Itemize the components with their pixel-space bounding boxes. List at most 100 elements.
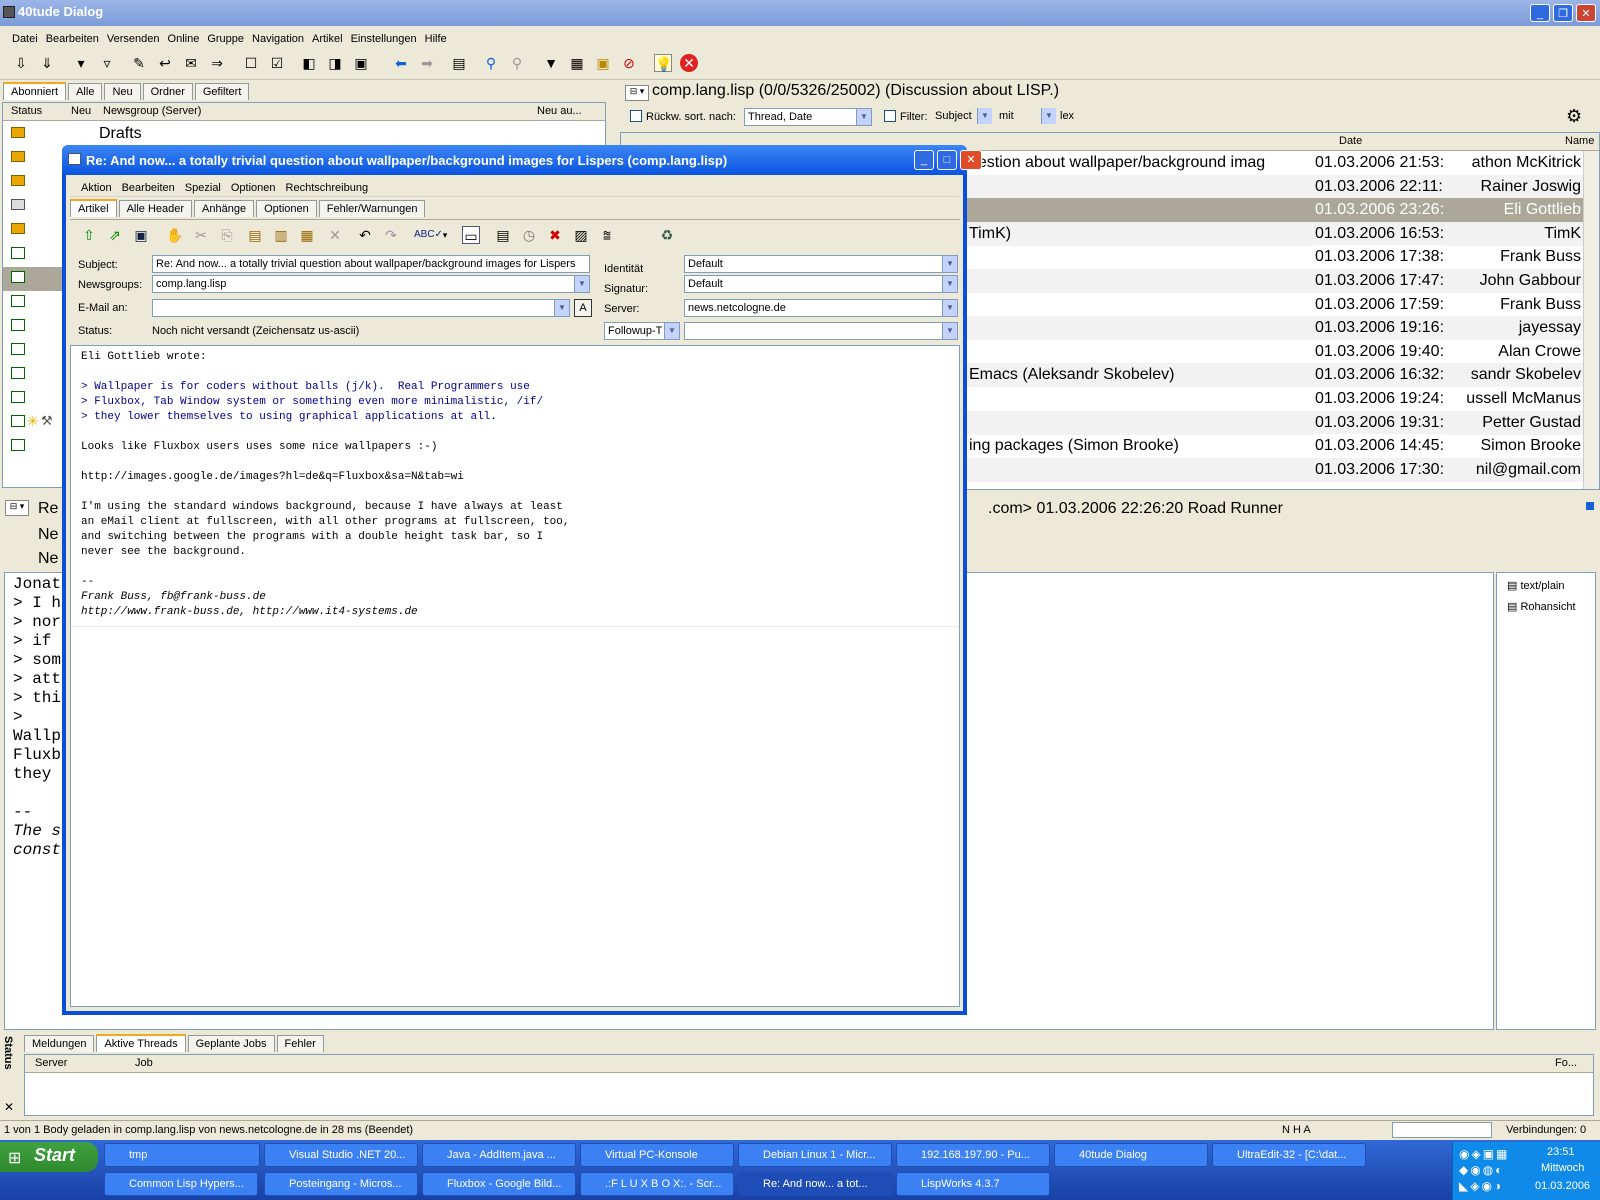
taskbar-button[interactable]: .:F L U X B O X:. - Scr... xyxy=(580,1172,734,1196)
taskbar-button[interactable]: LispWorks 4.3.7 xyxy=(896,1172,1050,1196)
compose-maximize-icon[interactable]: □ xyxy=(937,150,957,170)
status-tab-0[interactable]: Meldungen xyxy=(24,1035,95,1052)
taskbar-button[interactable]: Common Lisp Hypers... xyxy=(104,1172,258,1196)
taskbar-button[interactable]: Fluxbox - Google Bild... xyxy=(422,1172,576,1196)
status-tab-2[interactable]: Geplante Jobs xyxy=(187,1035,275,1052)
compose-menu-0[interactable]: Aktion xyxy=(81,182,112,194)
menu-gruppe[interactable]: Gruppe xyxy=(207,33,244,45)
compose-minimize-icon[interactable]: _ xyxy=(914,150,934,170)
col-fo[interactable]: Fo... xyxy=(1555,1055,1577,1072)
filter-value[interactable]: lex xyxy=(1060,110,1074,122)
compose-tab-3[interactable]: Optionen xyxy=(256,200,317,217)
download-box-icon[interactable]: ▼ xyxy=(542,54,560,72)
drafts-item[interactable]: Drafts xyxy=(99,125,142,143)
compose-menu-1[interactable]: Bearbeiten xyxy=(122,182,175,194)
tab-alle[interactable]: Alle xyxy=(68,83,103,100)
search-icon[interactable]: ⚲ xyxy=(482,54,500,72)
taskbar-button[interactable]: Posteingang - Micros... xyxy=(264,1172,418,1196)
hand-icon[interactable]: ✋ xyxy=(166,226,184,244)
view-toggle-icon[interactable]: ▭ xyxy=(462,226,480,244)
status-close-icon[interactable]: ✕ xyxy=(4,1100,14,1114)
server-select[interactable]: news.netcologne.de ▼ xyxy=(684,299,958,317)
tab-neu[interactable]: Neu xyxy=(104,83,141,100)
spellcheck-dropdown-icon[interactable]: ▾ xyxy=(436,226,454,244)
taskbar-button[interactable]: Virtual PC-Konsole xyxy=(580,1143,734,1167)
compose-title-bar[interactable]: Re: And now... a totally trivial questio… xyxy=(62,145,967,175)
collapse-icon[interactable]: ⊟ ▾ xyxy=(625,85,649,101)
main-title-bar[interactable]: 40tude Dialog xyxy=(0,0,1600,26)
send-later-icon[interactable]: ⇗ xyxy=(106,226,124,244)
thread-scrollbar[interactable] xyxy=(1583,151,1599,489)
download-icon[interactable]: ▾ xyxy=(72,54,90,72)
email-input[interactable]: ▼ xyxy=(152,299,570,317)
col-name[interactable]: Name xyxy=(1565,133,1594,150)
app-icon[interactable] xyxy=(3,6,15,18)
col-job[interactable]: Job xyxy=(135,1055,153,1072)
paste-icon[interactable]: ▤ xyxy=(246,226,264,244)
filter-field-select[interactable]: Subject ▼ xyxy=(932,108,992,126)
template-icon[interactable]: ▨ xyxy=(572,226,590,244)
col-status[interactable]: Status xyxy=(11,103,42,120)
sort-select[interactable]: Thread, Date ▼ xyxy=(744,108,872,126)
compose-tab-0[interactable]: Artikel xyxy=(70,199,117,217)
tab-ordner[interactable]: Ordner xyxy=(142,83,193,100)
menu-einstellungen[interactable]: Einstellungen xyxy=(351,33,417,45)
address-book-button[interactable]: A xyxy=(574,299,592,317)
taskbar-button[interactable]: 192.168.197.90 - Pu... xyxy=(896,1143,1050,1167)
col-newsgroup[interactable]: Newsgroup (Server) xyxy=(103,103,201,120)
image-icon[interactable]: ▦ xyxy=(568,54,586,72)
get-headers-icon[interactable]: ⇩ xyxy=(12,54,30,72)
article-author[interactable]: Road Runner xyxy=(1188,500,1283,517)
clock-time[interactable]: 23:51 xyxy=(1547,1146,1575,1158)
status-tab-3[interactable]: Fehler xyxy=(276,1035,324,1052)
reply-icon[interactable]: ↩ xyxy=(156,54,174,72)
compose-close-icon[interactable]: ✕ xyxy=(960,150,982,170)
compose-tab-1[interactable]: Alle Header xyxy=(118,200,193,217)
reverse-sort-checkbox[interactable] xyxy=(630,110,642,122)
cancel-icon[interactable]: ✕ xyxy=(680,54,698,72)
compose-menu-4[interactable]: Rechtschreibung xyxy=(286,182,369,194)
taskbar-button[interactable]: tmp xyxy=(104,1143,260,1167)
article-collapse-icon[interactable]: ⊟ ▾ xyxy=(5,500,29,516)
mime-raw[interactable]: ▤ Rohansicht xyxy=(1507,600,1576,613)
filter-op-select[interactable]: mit ▼ xyxy=(996,108,1056,126)
tab-abonniert[interactable]: Abonniert xyxy=(3,82,67,100)
forward-icon[interactable]: ⇒ xyxy=(208,54,226,72)
newsgroups-input[interactable]: comp.lang.lisp ▼ xyxy=(152,275,590,293)
job-list[interactable]: Server Job Fo... xyxy=(24,1054,1594,1116)
send-now-icon[interactable]: ⇧ xyxy=(80,226,98,244)
compose-editor[interactable]: Eli Gottlieb wrote: > Wallpaper is for co… xyxy=(70,345,960,1007)
tray-icons[interactable]: ◉◈▣▦ ◆◉◍◐ ◣◈◉◑ xyxy=(1459,1146,1519,1196)
copy-icon[interactable]: ⎘ xyxy=(218,226,236,244)
mail-icon[interactable]: ✉ xyxy=(182,54,200,72)
compose-tab-2[interactable]: Anhänge xyxy=(194,200,255,217)
menu-bearbeiten[interactable]: Bearbeiten xyxy=(46,33,99,45)
filter-checkbox[interactable] xyxy=(884,110,896,122)
status-tab-1[interactable]: Aktive Threads xyxy=(96,1034,186,1052)
timer-icon[interactable]: ◷ xyxy=(520,226,538,244)
view-icon[interactable]: ▤ xyxy=(450,54,468,72)
restore-icon[interactable]: ❐ xyxy=(1553,4,1573,22)
forward-arrow-icon[interactable]: ➡ xyxy=(418,54,436,72)
mime-text-plain[interactable]: ▤ text/plain xyxy=(1507,579,1565,592)
send-icon[interactable]: ▿ xyxy=(98,54,116,72)
followup-select[interactable]: Followup-T ▼ xyxy=(604,322,680,340)
menu-navigation[interactable]: Navigation xyxy=(252,33,304,45)
mark-all-icon[interactable]: ☑ xyxy=(268,54,286,72)
taskbar-button[interactable]: Debian Linux 1 - Micr... xyxy=(738,1143,892,1167)
close-icon[interactable]: ✕ xyxy=(1576,4,1596,22)
menu-datei[interactable]: Datei xyxy=(12,33,38,45)
identity-select[interactable]: Default ▼ xyxy=(684,255,958,273)
minimize-icon[interactable]: _ xyxy=(1530,4,1550,22)
mark-icon[interactable]: ☐ xyxy=(242,54,260,72)
prev-icon[interactable]: ◧ xyxy=(300,54,318,72)
taskbar-button[interactable]: UltraEdit-32 - [C:\dat... xyxy=(1212,1143,1366,1167)
delete-icon[interactable]: ✕ xyxy=(326,226,344,244)
filter-apply-icon[interactable]: ⚙ xyxy=(1566,106,1582,127)
next-icon[interactable]: ▣ xyxy=(352,54,370,72)
paste-quote-icon[interactable]: ▥ xyxy=(272,226,290,244)
spellcheck-icon[interactable]: ABC✓ xyxy=(414,226,443,244)
lock-icon[interactable]: ▣ xyxy=(594,54,612,72)
menu-versenden[interactable]: Versenden xyxy=(107,33,160,45)
taskbar-button[interactable]: Re: And now... a tot... xyxy=(738,1172,892,1196)
